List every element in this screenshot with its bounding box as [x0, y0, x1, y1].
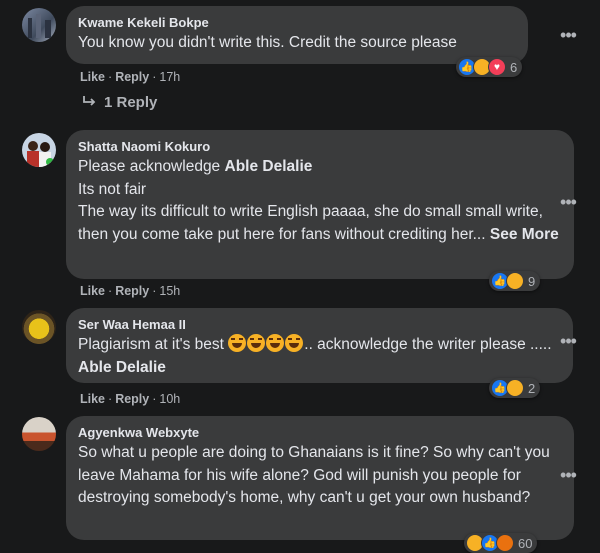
timestamp[interactable]: 17h [159, 70, 180, 84]
view-replies-link[interactable]: 1 Reply [82, 94, 157, 111]
comment-bubble: Kwame Kekeli Bokpe You know you didn't w… [66, 6, 528, 64]
more-options-icon[interactable]: ••• [558, 332, 578, 356]
laughing-emoji-icon [266, 334, 285, 352]
reaction-count: 9 [528, 273, 536, 289]
separator: · [152, 284, 157, 298]
reaction-count: 2 [528, 380, 536, 396]
comment-text-part: The way its difficult to write English p… [78, 203, 548, 243]
comment-bubble: Agyenkwa Webxyte So what u people are do… [66, 416, 574, 540]
timestamp[interactable]: 10h [159, 392, 180, 406]
mention-link[interactable]: Able Delalie [78, 359, 166, 376]
like-button[interactable]: Like [80, 392, 105, 406]
comment-text-part: Please acknowledge [78, 158, 225, 175]
reaction-count: 6 [510, 59, 518, 75]
comment-text: You know you didn't write this. Credit t… [78, 34, 457, 51]
reaction-summary[interactable]: 👍 60 [464, 533, 538, 553]
reply-button[interactable]: Reply [115, 392, 149, 406]
reaction-summary[interactable]: 👍 9 [489, 271, 541, 291]
comment-author[interactable]: Shatta Naomi Kokuro [78, 138, 562, 156]
mention-link[interactable]: Able Delalie [225, 158, 313, 175]
reply-button[interactable]: Reply [115, 284, 149, 298]
avatar[interactable] [22, 310, 56, 344]
haha-reaction-icon [506, 272, 524, 290]
comment-text-part: Plagiarism at it's best [78, 336, 229, 353]
reply-arrow-icon [82, 94, 96, 111]
replies-count-label: 1 Reply [104, 94, 158, 111]
haha-reaction-icon [506, 379, 524, 397]
love-reaction-icon: ♥ [488, 58, 506, 76]
comment-text: Plagiarism at it's best .. acknowledge t… [78, 334, 561, 379]
avatar[interactable] [22, 133, 56, 167]
comment-text: So what u people are doing to Ghanaians … [78, 444, 555, 506]
separator: · [108, 392, 113, 406]
like-button[interactable]: Like [80, 70, 105, 84]
comment-text-part: .. acknowledge the writer please ..... [304, 336, 556, 353]
separator: · [108, 284, 113, 298]
see-more-link[interactable]: See More [490, 226, 559, 243]
laughing-emoji-icon [228, 334, 247, 352]
avatar[interactable] [22, 417, 56, 451]
comment-bubble: Ser Waa Hemaa II Plagiarism at it's best… [66, 308, 573, 383]
comment-author[interactable]: Ser Waa Hemaa II [78, 316, 561, 334]
reaction-summary[interactable]: 👍 2 [489, 378, 541, 398]
like-button[interactable]: Like [80, 284, 105, 298]
avatar[interactable] [22, 8, 56, 42]
separator: · [152, 392, 157, 406]
timestamp[interactable]: 15h [159, 284, 180, 298]
laughing-emoji-icon [285, 334, 304, 352]
comment-actions: Like · Reply · 10h [80, 391, 180, 407]
more-options-icon[interactable]: ••• [558, 193, 578, 217]
laughing-emoji-icon [247, 334, 266, 352]
comment-author[interactable]: Kwame Kekeli Bokpe [78, 14, 516, 32]
comment-text-part: Its not fair [78, 180, 147, 198]
reply-button[interactable]: Reply [115, 70, 149, 84]
comment-author[interactable]: Agyenkwa Webxyte [78, 424, 562, 442]
comment-text: Please acknowledge Able Delalie Its not … [78, 156, 562, 246]
comment-actions: Like · Reply · 15h [80, 283, 180, 299]
more-options-icon[interactable]: ••• [558, 26, 578, 50]
reaction-summary[interactable]: 👍 ♥ 6 [456, 57, 523, 77]
separator: · [108, 70, 113, 84]
comment-bubble: Shatta Naomi Kokuro Please acknowledge A… [66, 130, 574, 279]
separator: · [152, 70, 157, 84]
comment-actions: Like · Reply · 17h [80, 69, 180, 85]
angry-reaction-icon [496, 534, 514, 552]
reaction-count: 60 [518, 535, 533, 551]
more-options-icon[interactable]: ••• [558, 466, 578, 490]
